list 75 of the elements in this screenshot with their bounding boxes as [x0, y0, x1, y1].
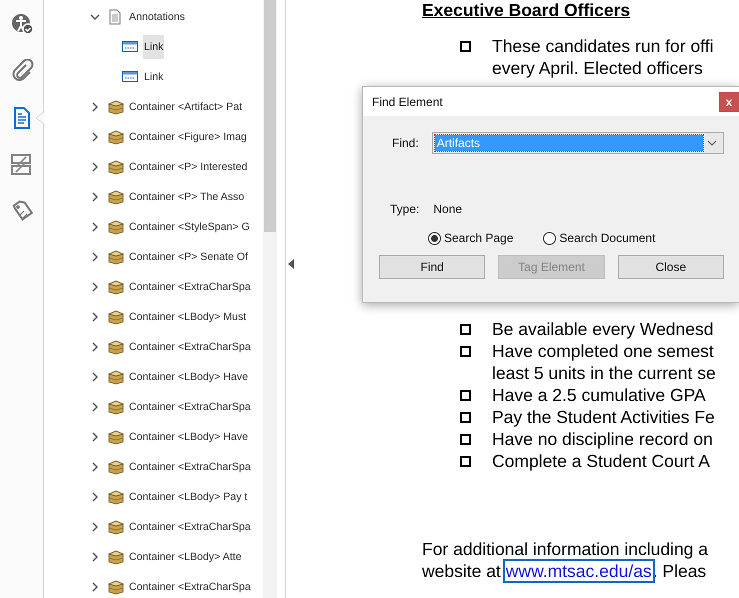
box-icon	[108, 249, 124, 265]
checkbox-square	[460, 346, 471, 357]
link-icon	[122, 69, 138, 85]
tree-item[interactable]: Container <ExtraCharSpa	[128, 335, 252, 359]
list-text: every April. Elected officers	[492, 57, 704, 79]
tree-item[interactable]: Container <Figure> Imag	[128, 125, 248, 149]
document-heading: Executive Board Officers	[422, 0, 632, 20]
paragraph-text: For additional information including a	[422, 538, 709, 560]
person-check-icon	[10, 12, 34, 36]
list-text: Pay the Student Activities Fe	[492, 406, 715, 428]
link-icon	[122, 39, 138, 55]
dialog-button[interactable]: Close	[618, 255, 724, 279]
list-text: Have a 2.5 cumulative GPA	[492, 384, 706, 406]
type-value: None	[433, 202, 462, 216]
tree-item[interactable]: Link	[143, 35, 164, 59]
box-icon	[108, 129, 124, 145]
field-label: Find:	[392, 136, 419, 150]
scrollbar[interactable]	[263, 0, 277, 598]
box-icon	[108, 189, 124, 205]
collapse-arrow-icon[interactable]	[287, 259, 295, 269]
tree-item[interactable]: Container <LBody> Have	[128, 365, 249, 389]
list-text: Have no discipline record on	[492, 428, 713, 450]
tree-item[interactable]: Container <ExtraCharSpa	[128, 455, 252, 479]
box-icon	[108, 549, 124, 565]
list-text: Be available every Wednesd	[492, 318, 714, 340]
tree-item[interactable]: Container <ExtraCharSpa	[128, 515, 252, 539]
tree-item[interactable]: Container <P> Interested	[128, 155, 248, 179]
box-icon	[108, 99, 124, 115]
tree-item[interactable]: Container <LBody> Pay t	[128, 485, 248, 509]
radio-button[interactable]	[428, 232, 441, 244]
tree-item[interactable]: Container <P> Senate Of	[128, 245, 249, 269]
box-icon	[108, 279, 124, 295]
radio-option[interactable]: Search Page	[428, 231, 514, 245]
tree-item[interactable]: Annotations	[128, 5, 186, 29]
tree-item[interactable]: Container <P> The Asso	[128, 185, 246, 209]
tree-item[interactable]: Container <LBody> Have	[128, 425, 249, 449]
type-label: Type:	[390, 202, 420, 216]
list-text: Have completed one semest	[492, 340, 715, 362]
checkbox-square	[460, 324, 471, 335]
tree-item[interactable]: Container <ExtraCharSpa	[128, 395, 252, 419]
tree-item[interactable]: Container <StyleSpan> G	[128, 215, 251, 239]
box-icon	[108, 489, 124, 505]
website-link[interactable]: www.mtsac.edu/as	[504, 561, 653, 581]
box-icon	[108, 579, 124, 595]
box-icon	[108, 219, 124, 235]
checkbox-square	[460, 434, 471, 445]
dialog-button[interactable]: Find	[379, 255, 486, 279]
list-text: Complete a Student Court A	[492, 450, 710, 472]
checkbox-square	[460, 390, 471, 401]
title-bar-x-button[interactable]: x	[719, 92, 739, 112]
checkbox-square	[460, 412, 471, 423]
box-icon	[108, 339, 124, 355]
list-text: least 5 units in the current se	[492, 362, 716, 384]
radio-option[interactable]: Search Document	[543, 231, 656, 245]
box-icon	[108, 369, 124, 385]
box-icon	[108, 159, 124, 175]
tree-item[interactable]: Container <LBody> Must	[128, 305, 248, 329]
radio-button[interactable]	[543, 232, 556, 244]
tree-item[interactable]: Container <ExtraCharSpa	[128, 275, 252, 299]
tree-item[interactable]: Link	[143, 65, 164, 89]
dialog-title: Find Element	[372, 94, 443, 108]
box-icon	[108, 429, 124, 445]
tree-item[interactable]: Container <ExtraCharSpa	[128, 575, 252, 598]
box-icon	[108, 309, 124, 325]
checkbox-square	[460, 456, 471, 467]
checkbox-square	[460, 41, 471, 52]
box-icon	[108, 519, 124, 535]
paperclip-icon	[10, 59, 34, 83]
reorder-icon	[10, 153, 34, 177]
paragraph-text: website at	[422, 561, 501, 581]
tree-item[interactable]: Container <Artifact> Pat	[128, 95, 244, 119]
box-icon	[108, 459, 124, 475]
list-text: These candidates run for offi	[492, 35, 714, 57]
tree-item[interactable]: Container <LBody> Atte	[128, 545, 242, 569]
box-icon	[108, 399, 124, 415]
